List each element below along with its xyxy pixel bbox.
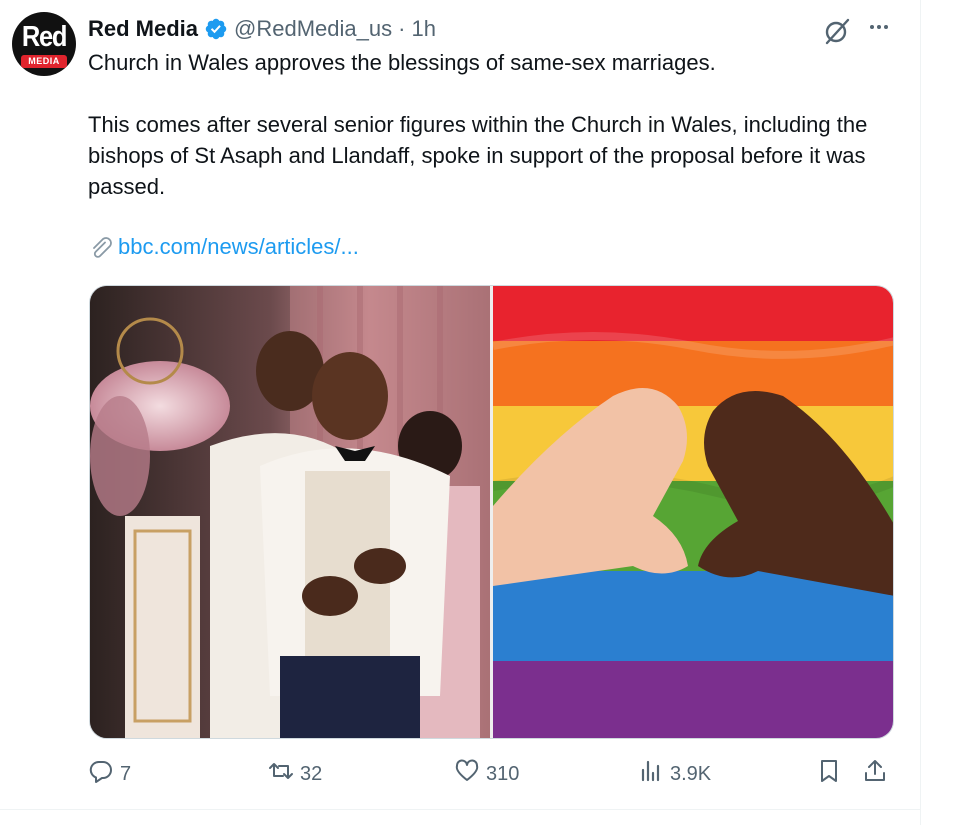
media-grid[interactable] [89, 285, 894, 739]
tweet-header: Red Media @RedMedia_us · 1h [88, 14, 436, 44]
display-name[interactable]: Red Media [88, 16, 198, 42]
article-link-text[interactable]: bbc.com/news/articles/... [118, 234, 359, 260]
views-button[interactable]: 3.9K [638, 758, 711, 790]
avatar[interactable]: Red MEDIA [12, 12, 76, 76]
tweet-headline: Church in Wales approves the blessings o… [88, 50, 716, 75]
views-icon [638, 758, 664, 790]
article-link[interactable]: bbc.com/news/articles/... [88, 234, 359, 260]
tweet-text: Church in Wales approves the blessings o… [88, 47, 888, 202]
avatar-logo-word: Red [21, 21, 68, 53]
wedding-photo[interactable] [90, 286, 490, 738]
like-button[interactable]: 310 [454, 758, 519, 790]
timeline-right-border [920, 0, 921, 825]
avatar-logo-sub: MEDIA [21, 55, 67, 68]
reply-icon [88, 758, 114, 790]
bookmark-icon [816, 758, 842, 790]
header-separator: · [398, 16, 406, 41]
verified-icon [204, 17, 228, 41]
timestamp[interactable]: 1h [411, 16, 435, 42]
like-icon [454, 758, 480, 790]
repost-count: 32 [300, 762, 323, 785]
views-count: 3.9K [670, 762, 712, 785]
tweet-paragraph: This comes after several senior figures … [88, 112, 868, 199]
bookmark-button[interactable] [816, 758, 842, 790]
action-bar: 7 32 310 3.9K [88, 758, 898, 790]
repost-button[interactable]: 32 [268, 758, 322, 790]
user-handle[interactable]: @RedMedia_us [234, 16, 392, 42]
repost-icon [268, 758, 294, 790]
heart-hands-rainbow-photo[interactable] [493, 286, 893, 738]
paperclip-icon [88, 234, 118, 260]
share-button[interactable] [862, 758, 888, 790]
grok-icon[interactable] [822, 16, 852, 46]
more-icon[interactable] [864, 17, 894, 41]
like-count: 310 [486, 762, 520, 785]
reply-button[interactable]: 7 [88, 758, 131, 790]
tweet-divider [0, 809, 921, 810]
reply-count: 7 [120, 762, 132, 785]
share-icon [862, 758, 888, 790]
